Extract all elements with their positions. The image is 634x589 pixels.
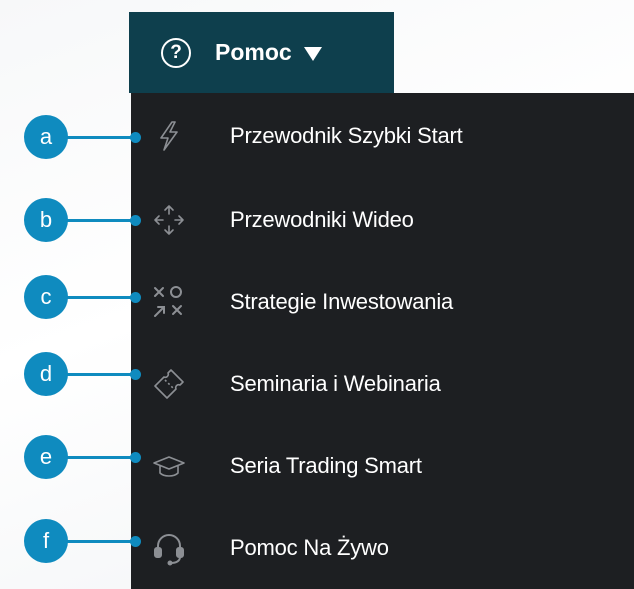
question-circle-icon: ? [161,37,191,68]
callout-dot [130,536,141,547]
callout-badge-e: e [24,435,68,479]
callout-badge-f: f [24,519,68,563]
callout-line [60,540,136,543]
menu-item-label: Pomoc Na Żywo [230,535,389,560]
menu-item-quick-start[interactable]: Przewodnik Szybki Start [131,101,634,171]
help-menu-button[interactable]: ? Pomoc [129,12,394,93]
callout-badge-c: c [24,275,68,319]
headset-icon [151,530,187,566]
callout-badge-b: b [24,198,68,242]
help-button-label: Pomoc [215,39,292,65]
callout-dot [130,292,141,303]
caret-down-icon [303,46,322,61]
callout-line [60,219,136,222]
menu-item-label: Seria Trading Smart [230,453,422,478]
menu-item-live-help[interactable]: Pomoc Na Żywo [131,513,634,583]
move-arrows-icon [151,202,187,238]
menu-item-label: Seminaria i Webinaria [230,371,441,396]
lightning-icon [151,118,187,154]
callout-badge-d: d [24,352,68,396]
callout-dot [130,215,141,226]
menu-item-seminars-webinars[interactable]: Seminaria i Webinaria [131,349,634,419]
ticket-icon [151,366,187,402]
menu-item-label: Przewodnik Szybki Start [230,123,463,148]
callout-line [60,373,136,376]
help-dropdown-menu: Przewodnik Szybki Start Przewodniki Wide… [131,93,634,589]
menu-item-investment-strategies[interactable]: Strategie Inwestowania [131,267,634,337]
callout-dot [130,452,141,463]
strategy-icon [151,284,187,320]
menu-item-video-guides[interactable]: Przewodniki Wideo [131,185,634,255]
callout-line [60,456,136,459]
menu-item-trading-smart[interactable]: Seria Trading Smart [131,431,634,501]
callout-dot [130,132,141,143]
callout-line [60,136,136,139]
graduation-cap-icon [151,448,187,484]
callout-badge-a: a [24,115,68,159]
menu-item-label: Strategie Inwestowania [230,289,454,314]
callout-dot [130,369,141,380]
menu-item-label: Przewodniki Wideo [230,207,414,232]
callout-line [60,296,136,299]
